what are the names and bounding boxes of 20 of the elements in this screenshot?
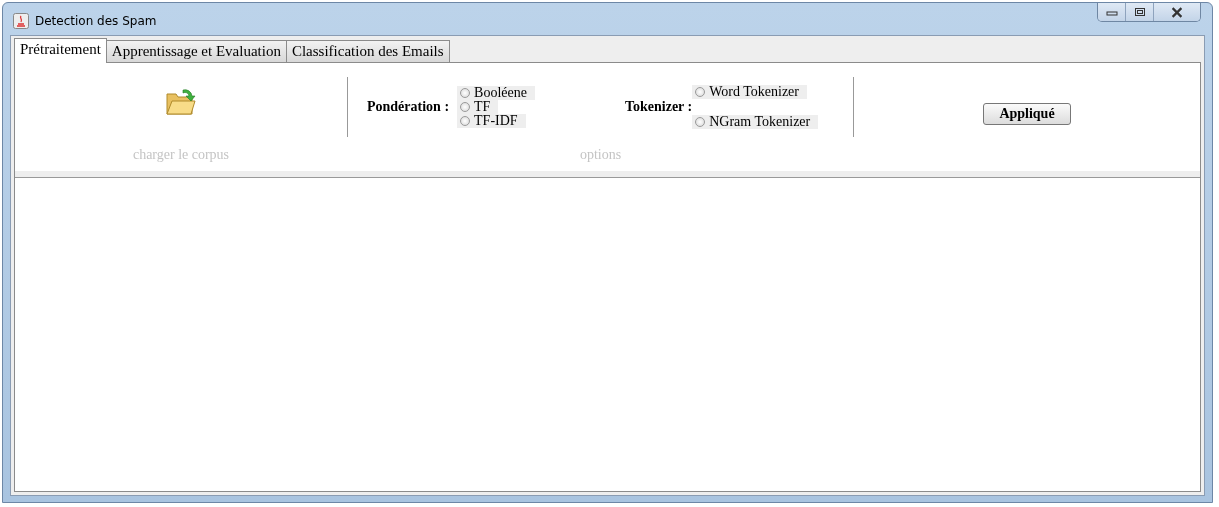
radio-option[interactable]: NGram Tokenizer [692, 115, 819, 129]
tab[interactable]: Classification des Emails [285, 40, 450, 62]
close-button[interactable] [1154, 3, 1200, 21]
tab[interactable]: Apprentissage et Evaluation [105, 40, 287, 62]
weighting-label: Pondération : [367, 99, 450, 115]
tokenizer-label: Tokenizer : [624, 99, 693, 115]
close-icon [1170, 6, 1184, 18]
radio-option[interactable]: Booléene [457, 86, 535, 100]
maximize-icon [1133, 7, 1146, 17]
tab[interactable]: Prétraitement [14, 38, 107, 63]
section-caption: charger le corpus [132, 147, 230, 163]
window-title: Detection des Spam [35, 14, 157, 28]
radio-option[interactable]: TF [457, 100, 499, 114]
folder-icon[interactable] [165, 86, 197, 116]
app-icon [13, 13, 29, 29]
section-caption: options [579, 147, 622, 163]
apply-button[interactable]: Appliqué [983, 103, 1071, 125]
radio-option[interactable]: TF-IDF [457, 114, 526, 128]
radio-option[interactable]: Word Tokenizer [692, 85, 807, 99]
maximize-button[interactable] [1126, 3, 1154, 21]
